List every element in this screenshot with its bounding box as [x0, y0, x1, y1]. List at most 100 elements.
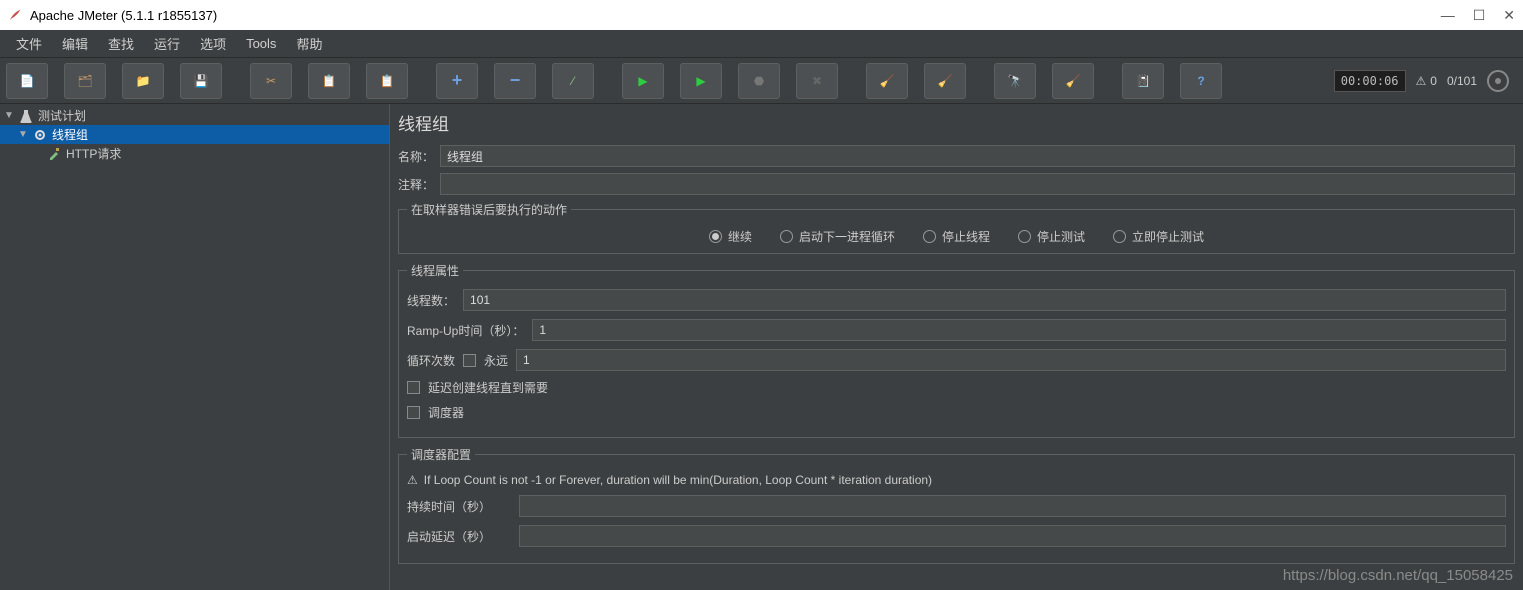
warning-count[interactable]: ⚠ 0: [1416, 74, 1437, 88]
stop-button[interactable]: ⬣: [738, 63, 780, 99]
expand-button[interactable]: +: [436, 63, 478, 99]
radio-stop-test-label: 停止测试: [1037, 228, 1085, 245]
broom-all-icon: 🧹: [938, 74, 953, 88]
scheduler-checkbox[interactable]: [407, 406, 420, 419]
flask-icon: [18, 108, 34, 124]
reset-search-button[interactable]: 🧹: [1052, 63, 1094, 99]
app-feather-icon: [8, 8, 22, 22]
start-button[interactable]: ▶: [622, 63, 664, 99]
radio-continue[interactable]: 继续: [709, 228, 752, 245]
folder-icon: 📁: [136, 74, 151, 88]
sweep-icon: 🧹: [1066, 74, 1081, 88]
collapse-button[interactable]: −: [494, 63, 536, 99]
save-icon: 💾: [194, 74, 209, 88]
binoculars-icon: 🔭: [1008, 74, 1023, 88]
radio-next-loop-label: 启动下一进程循环: [799, 228, 895, 245]
search-button[interactable]: 🔭: [994, 63, 1036, 99]
duration-input[interactable]: [519, 495, 1506, 517]
menu-help[interactable]: 帮助: [286, 30, 332, 57]
function-helper-button[interactable]: 📓: [1122, 63, 1164, 99]
ramp-up-input[interactable]: [532, 319, 1506, 341]
tree-item-thread-group[interactable]: ▼ 线程组: [0, 125, 389, 144]
name-input[interactable]: [440, 145, 1515, 167]
warning-count-value: 0: [1430, 74, 1437, 88]
probe-icon[interactable]: [1487, 70, 1509, 92]
radio-icon: [709, 230, 722, 243]
menu-tools[interactable]: Tools: [236, 32, 286, 55]
chevron-down-icon[interactable]: ▼: [18, 129, 28, 140]
new-button[interactable]: 📄: [6, 63, 48, 99]
clear-button[interactable]: 🧹: [866, 63, 908, 99]
sampler-error-fieldset: 在取样器错误后要执行的动作 继续 启动下一进程循环 停止线程 停止测试 立即停止…: [398, 201, 1515, 254]
radio-stop-test-now-label: 立即停止测试: [1132, 228, 1204, 245]
radio-next-loop[interactable]: 启动下一进程循环: [780, 228, 895, 245]
threads-label: 线程数：: [407, 292, 455, 309]
active-threads: 0/101: [1447, 74, 1477, 88]
broom-icon: 🧹: [880, 74, 895, 88]
radio-stop-thread[interactable]: 停止线程: [923, 228, 990, 245]
editor-panel: 线程组 名称： 注释： 在取样器错误后要执行的动作 继续 启动下一进程循环 停止…: [390, 104, 1523, 590]
ramp-up-label: Ramp-Up时间（秒）：: [407, 322, 524, 339]
menu-options[interactable]: 选项: [190, 30, 236, 57]
pipette-icon: [46, 146, 62, 162]
duration-label: 持续时间（秒）: [407, 498, 511, 515]
menu-file[interactable]: 文件: [6, 30, 52, 57]
radio-icon: [780, 230, 793, 243]
minus-icon: −: [510, 70, 521, 91]
paste-button[interactable]: 📋: [366, 63, 408, 99]
open-button[interactable]: 📁: [122, 63, 164, 99]
forever-label: 永远: [484, 352, 508, 369]
copy-button[interactable]: 📋: [308, 63, 350, 99]
scheduler-fieldset: 调度器配置 ⚠ If Loop Count is not -1 or Forev…: [398, 446, 1515, 564]
menu-search[interactable]: 查找: [98, 30, 144, 57]
templates-button[interactable]: 🗂: [64, 63, 106, 99]
help-icon: ?: [1197, 74, 1204, 88]
comment-input[interactable]: [440, 173, 1515, 195]
delay-create-label: 延迟创建线程直到需要: [428, 379, 548, 396]
startup-delay-input[interactable]: [519, 525, 1506, 547]
tree-panel: ▼ 测试计划 ▼ 线程组 HTTP请求: [0, 104, 390, 590]
radio-stop-test[interactable]: 停止测试: [1018, 228, 1085, 245]
toolbar: 📄 🗂 📁 💾 ✂ 📋 📋 + − ⁄ ▶ ▶ ⬣ ✖ 🧹 🧹: [0, 58, 1523, 104]
sampler-error-legend: 在取样器错误后要执行的动作: [407, 201, 571, 218]
window-titlebar: Apache JMeter (5.1.1 r1855137) — ☐ ✕: [0, 0, 1523, 30]
paste-icon: 📋: [380, 74, 395, 88]
forever-checkbox[interactable]: [463, 354, 476, 367]
toggle-button[interactable]: ⁄: [552, 63, 594, 99]
scheduler-warning: If Loop Count is not -1 or Forever, dura…: [424, 473, 932, 487]
tree-item-http-request[interactable]: HTTP请求: [0, 144, 389, 163]
close-button[interactable]: ✕: [1503, 7, 1515, 24]
radio-icon: [1018, 230, 1031, 243]
radio-continue-label: 继续: [728, 228, 752, 245]
minimize-button[interactable]: —: [1441, 7, 1455, 24]
radio-icon: [1113, 230, 1126, 243]
thread-properties-legend: 线程属性: [407, 262, 463, 279]
loop-count-input[interactable]: [516, 349, 1506, 371]
menu-run[interactable]: 运行: [144, 30, 190, 57]
tree-root-test-plan[interactable]: ▼ 测试计划: [0, 106, 389, 125]
panel-title: 线程组: [398, 110, 1515, 135]
radio-stop-test-now[interactable]: 立即停止测试: [1113, 228, 1204, 245]
threads-input[interactable]: [463, 289, 1506, 311]
save-button[interactable]: 💾: [180, 63, 222, 99]
warning-triangle-icon: ⚠: [1416, 74, 1427, 88]
window-title: Apache JMeter (5.1.1 r1855137): [30, 8, 217, 23]
wand-icon: ⁄: [572, 74, 574, 88]
chevron-down-icon[interactable]: ▼: [4, 110, 14, 121]
delay-create-checkbox[interactable]: [407, 381, 420, 394]
menu-edit[interactable]: 编辑: [52, 30, 98, 57]
cut-button[interactable]: ✂: [250, 63, 292, 99]
template-icon: 🗂: [77, 74, 92, 88]
name-label: 名称：: [398, 148, 434, 165]
radio-icon: [923, 230, 936, 243]
scheduler-legend: 调度器配置: [407, 446, 475, 463]
shutdown-button[interactable]: ✖: [796, 63, 838, 99]
clear-all-button[interactable]: 🧹: [924, 63, 966, 99]
help-button[interactable]: ?: [1180, 63, 1222, 99]
thread-properties-fieldset: 线程属性 线程数： Ramp-Up时间（秒）： 循环次数 永远 延迟创建线程直到…: [398, 262, 1515, 438]
start-no-pause-button[interactable]: ▶: [680, 63, 722, 99]
scheduler-label: 调度器: [428, 404, 464, 421]
tree-thread-group-label: 线程组: [52, 126, 88, 143]
copy-icon: 📋: [322, 74, 337, 88]
maximize-button[interactable]: ☐: [1473, 7, 1486, 24]
